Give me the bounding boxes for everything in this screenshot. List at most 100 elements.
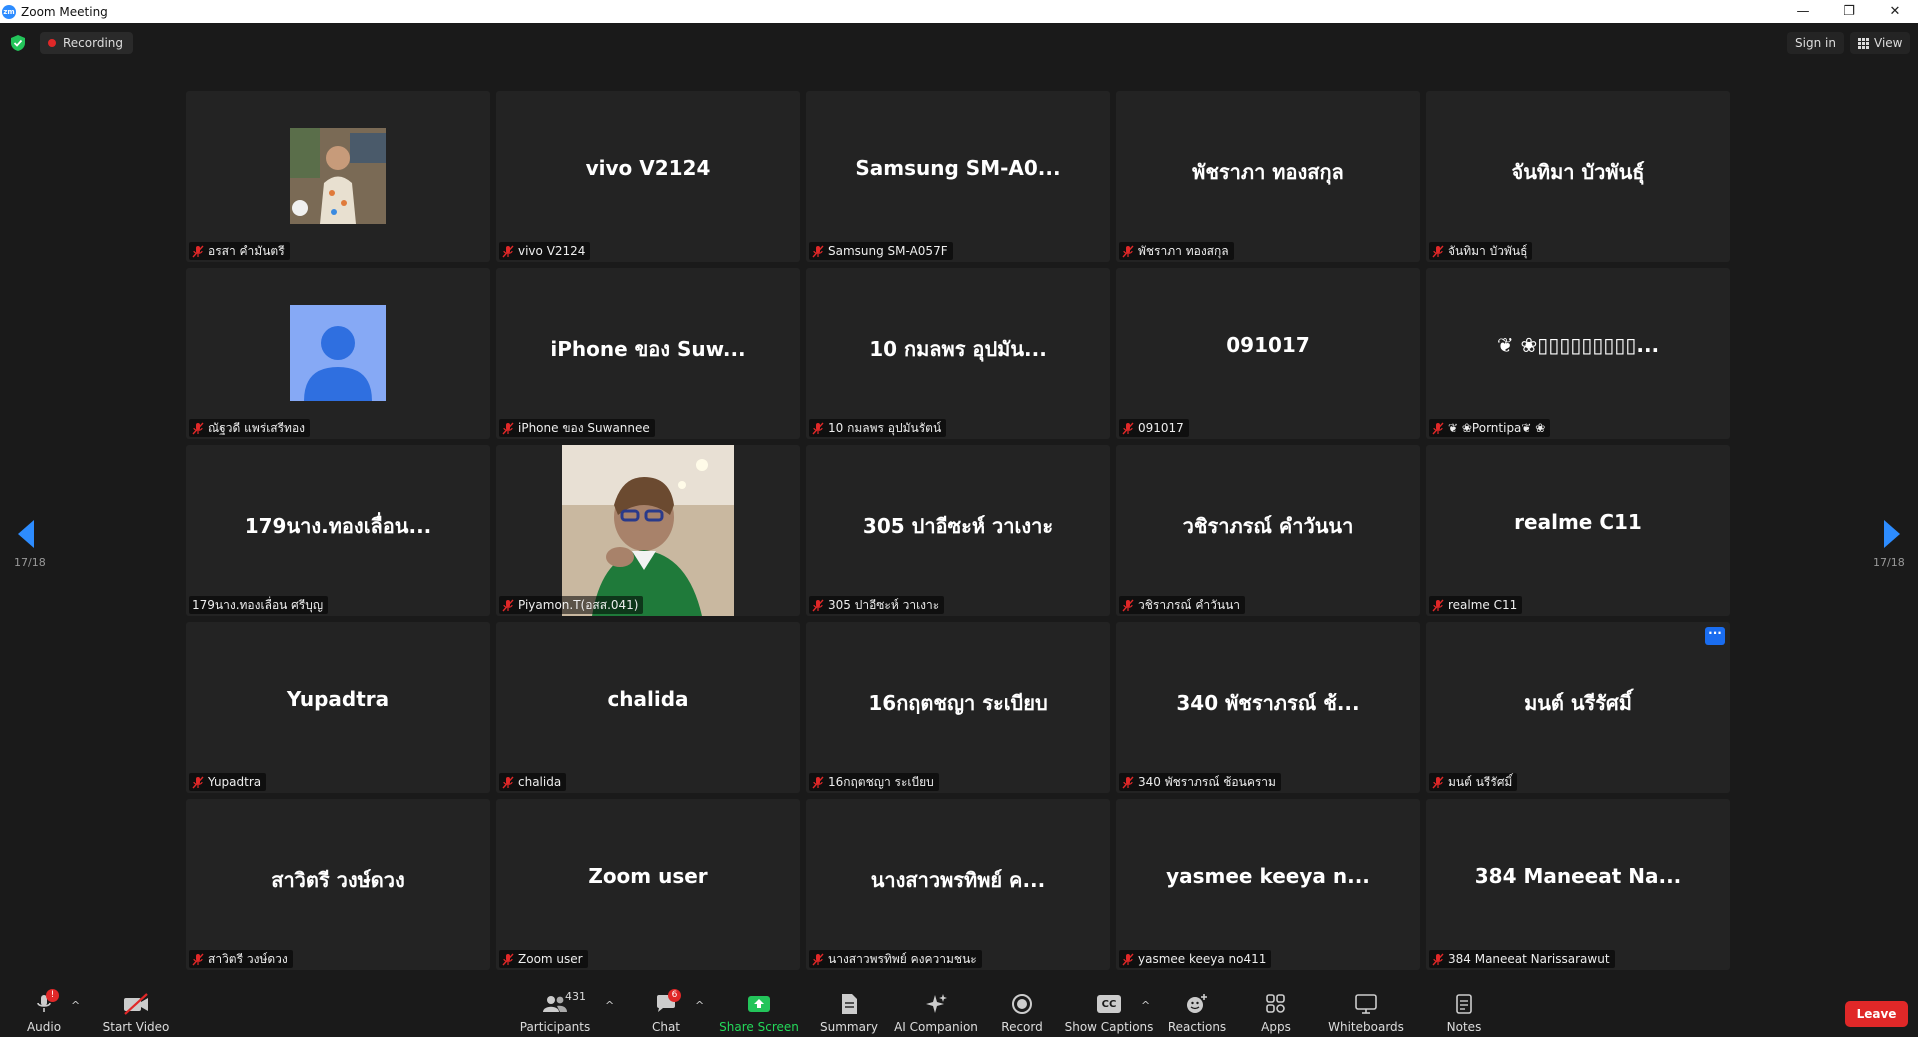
participant-display-name: 305 ปาอีซะห์ วาเงาะ — [862, 514, 1054, 538]
leave-meeting-button[interactable]: Leave — [1845, 1001, 1908, 1027]
participant-tile[interactable]: Zoom user Zoom user — [496, 799, 800, 970]
participant-tile[interactable]: ❦ ❀▯▯▯▯▯▯▯▯▯... ❦ ❀Porntipa❦ ❀ — [1426, 268, 1730, 439]
captions-cc-icon: CC — [1097, 995, 1121, 1013]
mic-muted-icon — [192, 245, 204, 258]
captions-options-caret-icon[interactable]: ^ — [1141, 999, 1150, 1012]
mic-muted-icon — [812, 422, 824, 435]
sign-in-button[interactable]: Sign in — [1787, 32, 1844, 54]
participant-name-label: Yupadtra — [189, 773, 267, 791]
participant-name-text: yasmee keeya no411 — [1138, 952, 1267, 966]
next-page-arrow-icon[interactable] — [1876, 514, 1906, 554]
chat-unread-badge: 6 — [668, 989, 681, 1002]
participant-name-text: realme C11 — [1448, 598, 1518, 612]
close-button[interactable]: ✕ — [1872, 0, 1918, 23]
mic-muted-icon — [1122, 776, 1134, 789]
participant-tile[interactable]: chalida chalida — [496, 622, 800, 793]
mic-muted-icon — [812, 776, 824, 789]
record-button[interactable]: Record — [1000, 982, 1044, 1037]
minimize-button[interactable]: — — [1780, 0, 1826, 23]
participant-name-label: วชิราภรณ์ คำวันนา — [1119, 596, 1246, 614]
participant-display-name: 384 Maneeat Na... — [1474, 864, 1682, 888]
record-label: Record — [1001, 1020, 1043, 1034]
participant-display-name: สาวิตรี วงษ์ดวง — [271, 868, 405, 892]
notes-icon — [1456, 994, 1472, 1014]
start-video-label: Start Video — [102, 1020, 170, 1034]
participant-name-text: vivo V2124 — [518, 244, 586, 258]
participants-label: Participants — [519, 1020, 591, 1034]
summary-document-icon — [842, 994, 857, 1014]
participant-tile[interactable]: vivo V2124 vivo V2124 — [496, 91, 800, 262]
ai-companion-button[interactable]: AI Companion — [893, 982, 979, 1037]
share-screen-button[interactable]: Share Screen — [719, 982, 799, 1037]
mic-muted-icon — [502, 422, 514, 435]
summary-button[interactable]: Summary — [817, 982, 881, 1037]
participant-tile[interactable]: 305 ปาอีซะห์ วาเงาะ 305 ปาอีซะห์ วาเงาะ — [806, 445, 1110, 616]
participant-tile[interactable]: 16กฤตชญา ระเบียบ 16กฤตชญา ระเบียบ — [806, 622, 1110, 793]
mic-muted-icon — [192, 422, 204, 435]
participant-tile[interactable]: yasmee keeya n... yasmee keeya no411 — [1116, 799, 1420, 970]
audio-button[interactable]: ! Audio — [24, 982, 64, 1037]
grid-view-icon — [1858, 37, 1869, 49]
chat-label: Chat — [651, 1020, 681, 1034]
participant-tile[interactable]: วชิราภรณ์ คำวันนา วชิราภรณ์ คำวันนา — [1116, 445, 1420, 616]
tile-more-options-button[interactable]: ··· — [1705, 627, 1725, 645]
participant-name-text: Yupadtra — [208, 775, 262, 789]
participant-tile[interactable]: 340 พัชราภรณ์ ช้... 340 พัชราภรณ์ ช้อนครา… — [1116, 622, 1420, 793]
notes-button[interactable]: Notes — [1444, 982, 1484, 1037]
participant-tile[interactable]: iPhone ของ Suw... iPhone ของ Suwannee — [496, 268, 800, 439]
window-controls: — ❐ ✕ — [1780, 0, 1918, 23]
participant-tile[interactable]: จันทิมา บัวพันธุ์ จันทิมา บัวพันธุ์ — [1426, 91, 1730, 262]
start-video-button[interactable]: Start Video — [102, 982, 170, 1037]
participant-tile[interactable]: Samsung SM-A0... Samsung SM-A057F — [806, 91, 1110, 262]
participant-name-text: 384 Maneeat Narissarawut — [1448, 952, 1610, 966]
participant-tile[interactable]: realme C11 realme C11 — [1426, 445, 1730, 616]
participant-display-name: 179นาง.ทองเลื่อน... — [244, 514, 432, 538]
window-titlebar: zm Zoom Meeting — ❐ ✕ — [0, 0, 1918, 23]
show-captions-button[interactable]: CC Show Captions — [1065, 982, 1153, 1037]
participants-options-caret-icon[interactable]: ^ — [605, 999, 614, 1012]
participant-name-text: 305 ปาอีซะห์ วาเงาะ — [828, 597, 940, 612]
apps-icon — [1266, 994, 1285, 1013]
default-avatar-icon — [290, 305, 386, 401]
participant-tile[interactable]: อรสา คำมันตรี — [186, 91, 490, 262]
participant-tile[interactable]: Piyamon.T(อสส.041) — [496, 445, 800, 616]
previous-page-arrow-icon[interactable] — [12, 514, 42, 554]
participant-tile[interactable]: พัชราภา ทองสกุล พัชราภา ทองสกุล — [1116, 91, 1420, 262]
participant-display-name: ❦ ❀▯▯▯▯▯▯▯▯▯... — [1496, 333, 1660, 357]
mic-muted-icon — [1432, 953, 1444, 966]
mic-muted-icon — [1122, 245, 1134, 258]
participant-tile[interactable]: Yupadtra Yupadtra — [186, 622, 490, 793]
reactions-button[interactable]: Reactions — [1166, 982, 1228, 1037]
participant-display-name: 091017 — [1226, 333, 1310, 357]
participant-name-label: พัชราภา ทองสกุล — [1119, 242, 1234, 260]
participant-tile[interactable]: 179นาง.ทองเลื่อน... 179นาง.ทองเลื่อน ศรีบ… — [186, 445, 490, 616]
participant-name-label: Piyamon.T(อสส.041) — [499, 596, 644, 614]
participant-name-label: 10 กมลพร อุปมันรัตน์ — [809, 419, 947, 437]
reactions-smiley-icon — [1187, 994, 1207, 1013]
whiteboards-button[interactable]: Whiteboards — [1328, 982, 1404, 1037]
video-off-icon — [124, 993, 148, 1015]
participant-name-label: สาวิตรี วงษ์ดวง — [189, 950, 293, 968]
page-indicator-right: 17/18 — [1873, 556, 1905, 569]
view-button[interactable]: View — [1850, 32, 1911, 54]
apps-button[interactable]: Apps — [1256, 982, 1296, 1037]
mic-muted-icon — [1432, 245, 1444, 258]
encryption-shield-icon[interactable] — [10, 34, 26, 52]
participant-tile[interactable]: สาวิตรี วงษ์ดวง สาวิตรี วงษ์ดวง — [186, 799, 490, 970]
participants-button[interactable]: 431 Participants — [520, 982, 591, 1037]
participant-tile[interactable]: 091017 091017 — [1116, 268, 1420, 439]
chat-options-caret-icon[interactable]: ^ — [695, 999, 704, 1012]
chat-button[interactable]: 6 Chat — [646, 982, 686, 1037]
participant-tile[interactable]: มนต์ นรีรัศมิ์ ··· มนต์ นรีรัศมิ์ — [1426, 622, 1730, 793]
participant-tile[interactable]: 10 กมลพร อุปมัน... 10 กมลพร อุปมันรัตน์ — [806, 268, 1110, 439]
participant-name-text: อรสา คำมันตรี — [208, 243, 285, 258]
participant-name-text: chalida — [518, 775, 562, 789]
participant-tile[interactable]: ณัฐวดี แพร่เสรีทอง — [186, 268, 490, 439]
restore-button[interactable]: ❐ — [1826, 0, 1872, 23]
participant-name-label: อรสา คำมันตรี — [189, 242, 290, 260]
mic-muted-icon — [502, 245, 514, 258]
audio-options-caret-icon[interactable]: ^ — [71, 999, 80, 1012]
participant-tile[interactable]: 384 Maneeat Na... 384 Maneeat Narissarawu… — [1426, 799, 1730, 970]
recording-indicator[interactable]: Recording — [40, 32, 134, 54]
participant-tile[interactable]: นางสาวพรทิพย์ ค... นางสาวพรทิพย์ คงความชน… — [806, 799, 1110, 970]
